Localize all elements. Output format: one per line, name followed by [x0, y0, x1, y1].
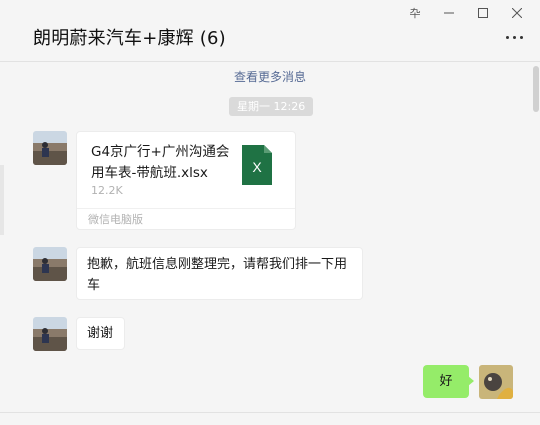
excel-letter: X — [252, 159, 262, 175]
chat-window: 朗明蔚来汽车+康辉 (6) 卆 查看更多消息 星期一 12:26 G4京广行+广… — [0, 0, 540, 425]
file-size: 12.2K — [91, 184, 123, 197]
maximize-button[interactable] — [466, 2, 500, 24]
more-dots-icon — [506, 35, 509, 39]
more-options-button[interactable] — [506, 30, 526, 44]
pin-icon: 卆 — [409, 7, 421, 20]
excel-file-icon: X — [242, 145, 272, 185]
window-controls: 卆 — [398, 2, 534, 24]
close-icon — [512, 8, 522, 18]
file-name: G4京广行+广州沟通会用车表-带航班.xlsx — [91, 144, 230, 181]
minimize-button[interactable] — [432, 2, 466, 24]
time-divider: 星期一 12:26 — [229, 97, 314, 116]
pin-button[interactable]: 卆 — [398, 2, 432, 24]
load-more-row: 查看更多消息 — [0, 68, 540, 85]
sender-avatar[interactable] — [33, 317, 67, 351]
close-button[interactable] — [500, 2, 534, 24]
file-message[interactable]: G4京广行+广州沟通会用车表-带航班.xlsx 12.2K X 微信电脑版 — [76, 131, 296, 230]
minimize-icon — [444, 12, 454, 14]
own-avatar[interactable] — [479, 365, 513, 399]
maximize-icon — [478, 8, 488, 18]
sender-avatar[interactable] — [33, 247, 67, 281]
message-scrollbar-thumb[interactable] — [533, 66, 539, 112]
text-message[interactable]: 抱歉，航班信息刚整理完，请帮我们排一下用车 — [76, 247, 363, 300]
left-panel-edge — [0, 165, 4, 235]
chat-title: 朗明蔚来汽车+康辉 (6) — [33, 28, 226, 49]
message-scrollbar-track — [532, 62, 540, 412]
own-text-message[interactable]: 好 — [423, 365, 474, 398]
load-more-link[interactable]: 查看更多消息 — [234, 70, 306, 84]
message-input-area[interactable] — [0, 412, 540, 425]
text-message[interactable]: 谢谢 — [76, 317, 125, 350]
file-source: 微信电脑版 — [77, 208, 295, 230]
message-list[interactable]: 查看更多消息 星期一 12:26 G4京广行+广州沟通会用车表-带航班.xlsx… — [0, 62, 540, 412]
sender-avatar[interactable] — [33, 131, 67, 165]
